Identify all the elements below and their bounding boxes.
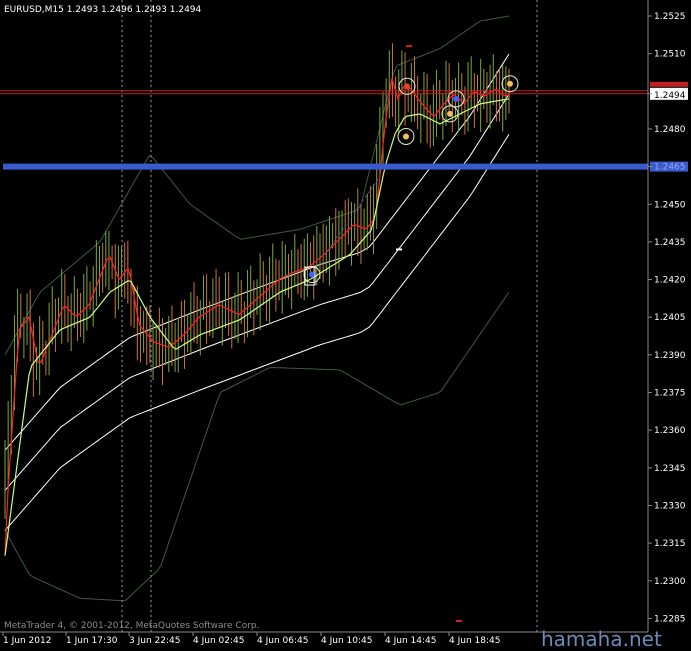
chart-background (0, 0, 691, 651)
y-tick-label: 1.2435 (654, 238, 686, 248)
signal-dot (453, 95, 459, 102)
x-tick-label: 1 Jun 17:30 (66, 636, 118, 646)
y-tick-label: 1.2300 (654, 577, 686, 587)
price-chart[interactable]: 1.2494 1.2465 1.2525 1.2510 1.2480 1.2450 1.2… (0, 0, 691, 651)
watermark: hamaha.net (541, 627, 662, 651)
chart-title: EURUSD,M15 1.2493 1.2496 1.2493 1.2494 (4, 5, 202, 15)
current-price-label: 1.2494 (654, 91, 686, 101)
x-tick-label: 4 Jun 02:45 (193, 636, 244, 646)
signal-dot (447, 110, 453, 117)
y-tick-label: 1.2360 (654, 426, 686, 436)
y-tick-label: 1.2375 (654, 389, 686, 399)
y-tick-label: 1.2510 (654, 50, 686, 60)
support-level-band (3, 163, 648, 170)
x-tick-label: 4 Jun 10:45 (321, 636, 372, 646)
y-tick-label: 1.2345 (654, 464, 686, 474)
signal-dot (404, 83, 410, 90)
y-tick-label: 1.2420 (654, 276, 686, 286)
signal-dot (309, 271, 315, 278)
y-tick-label: 1.2285 (654, 614, 686, 624)
y-tick-label: 1.2390 (654, 351, 686, 361)
y-tick-label: 1.2525 (654, 12, 686, 22)
y-tick-label: 1.2405 (654, 313, 686, 323)
x-tick-label: 4 Jun 14:45 (385, 636, 436, 646)
x-tick-label: 3 Jun 22:45 (129, 636, 180, 646)
x-tick-label: 1 Jun 2012 (3, 636, 51, 646)
y-tick-label: 1.2315 (654, 539, 686, 549)
support-price-label: 1.2465 (654, 163, 686, 173)
signal-dot (403, 133, 409, 140)
y-tick-label: 1.2330 (654, 501, 686, 511)
signal-dot (507, 80, 513, 87)
y-tick-label: 1.2450 (654, 200, 686, 210)
y-tick-label: 1.2480 (654, 125, 686, 135)
x-tick-label: 4 Jun 06:45 (257, 636, 308, 646)
footer-copyright: MetaTrader 4, © 2001-2012, MetaQuotes So… (4, 621, 260, 631)
x-tick-label: 4 Jun 18:45 (449, 636, 500, 646)
ask-price-tag (650, 81, 688, 87)
